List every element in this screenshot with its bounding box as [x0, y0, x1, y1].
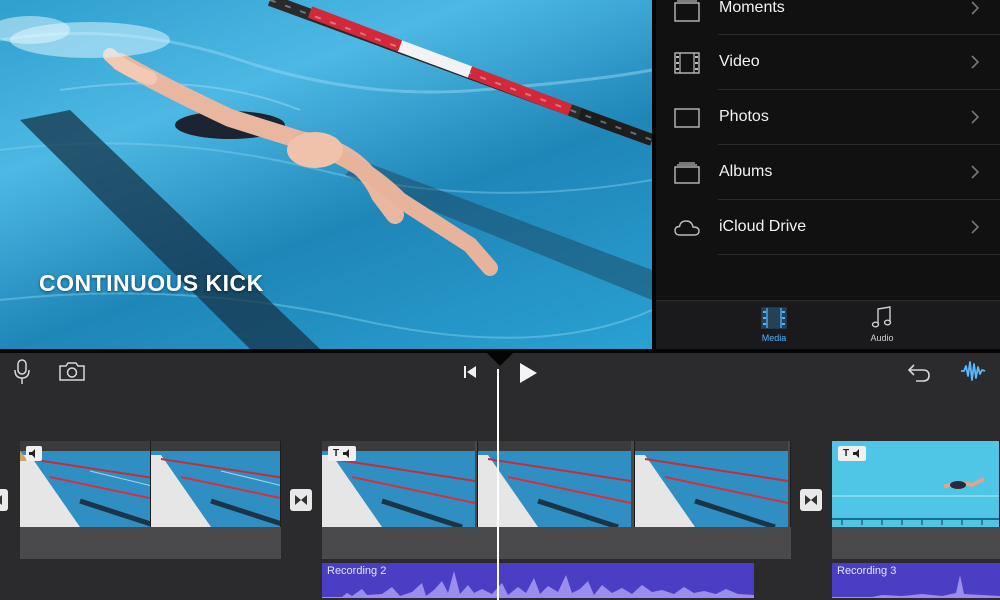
media-item-label: Moments [719, 0, 785, 16]
clip-badges [26, 446, 42, 461]
title-badge: T [332, 448, 340, 459]
video-clip[interactable]: T [832, 441, 1000, 559]
media-item-label: iCloud Drive [719, 218, 807, 235]
transition-icon [805, 495, 817, 505]
audio-waveform [322, 571, 754, 598]
audio-clip-label: Recording 2 [327, 565, 387, 577]
media-item-photos[interactable]: Photos [656, 90, 1000, 145]
transition-button[interactable] [290, 489, 312, 511]
transition-button[interactable] [0, 489, 8, 511]
media-item-video[interactable]: Video [656, 35, 1000, 90]
clip-thumbnail [634, 441, 791, 527]
photo-icon [674, 108, 700, 128]
chevron-right-icon [971, 110, 980, 124]
row-divider [718, 254, 1000, 255]
transition-icon [295, 495, 307, 505]
media-item-label: Albums [719, 163, 773, 180]
tab-label: Audio [870, 333, 894, 343]
media-item-moments[interactable]: Moments [656, 0, 1000, 35]
speaker-muted-icon [853, 449, 859, 458]
skip-to-start-icon[interactable] [462, 364, 478, 380]
tab-audio[interactable]: Audio [852, 304, 912, 343]
video-clip[interactable] [20, 441, 281, 559]
microphone-icon[interactable] [13, 359, 31, 385]
media-browser: Moments Video Photos Albums iCloud Drive… [656, 0, 1000, 349]
camera-icon[interactable] [59, 361, 85, 381]
lane-rope [267, 0, 652, 146]
video-clip[interactable]: T [322, 441, 791, 559]
clip-thumbnail [478, 441, 635, 527]
film-icon [674, 52, 700, 74]
chevron-right-icon [971, 55, 980, 69]
audio-clip-label: Recording 3 [837, 565, 897, 577]
tab-label: Media [761, 333, 787, 343]
transition-button[interactable] [800, 489, 822, 511]
audio-recording-clip[interactable]: Recording 2 [322, 563, 754, 598]
tab-media[interactable]: Media [744, 304, 804, 343]
clip-thumbnail [150, 441, 281, 527]
speaker-muted-icon [29, 449, 35, 458]
chevron-right-icon [971, 220, 980, 234]
moments-icon [674, 0, 700, 22]
title-overlay-text: CONTINUOUS KICK [39, 270, 264, 296]
transition-icon [0, 495, 2, 505]
media-item-icloud-drive[interactable]: iCloud Drive [656, 200, 1000, 255]
cloud-icon [674, 220, 700, 236]
video-viewer[interactable]: CONTINUOUS KICK [0, 0, 652, 349]
film-icon [761, 307, 787, 329]
clip-badges: T [838, 446, 866, 461]
chevron-right-icon [971, 165, 980, 179]
albums-icon [674, 162, 700, 184]
title-badge: T [842, 448, 850, 459]
playhead[interactable] [497, 369, 499, 600]
media-item-label: Video [719, 53, 760, 70]
clip-badges: T [328, 446, 356, 461]
speaker-muted-icon [343, 449, 349, 458]
media-tab-bar: Media Audio [656, 300, 1000, 349]
chevron-right-icon [971, 1, 980, 15]
play-icon[interactable] [517, 362, 539, 384]
audio-recording-clip[interactable]: Recording 3 [832, 563, 1000, 598]
music-note-icon [871, 306, 892, 328]
audio-waveform-icon[interactable] [960, 358, 986, 384]
media-item-label: Photos [719, 108, 769, 125]
undo-icon[interactable] [906, 361, 932, 383]
playhead-marker [487, 353, 513, 366]
media-item-albums[interactable]: Albums [656, 145, 1000, 200]
